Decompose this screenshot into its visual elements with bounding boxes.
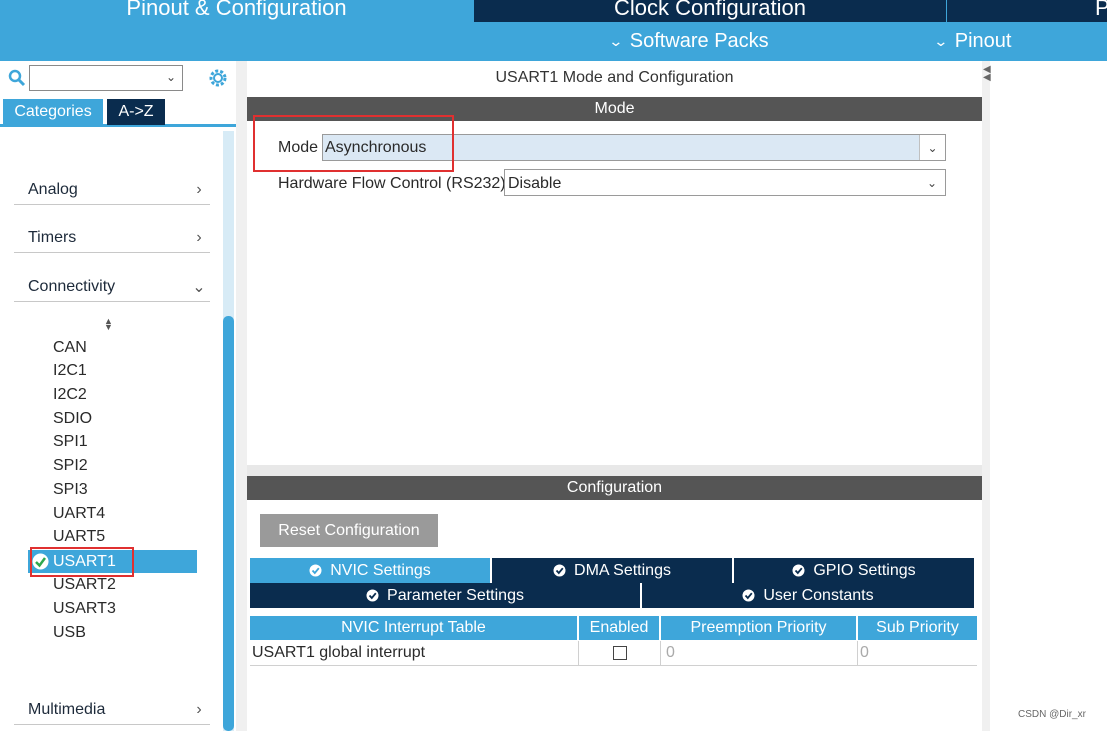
category-analog[interactable]: Analog › (14, 175, 210, 205)
chevron-down-icon: ⌄ (192, 278, 206, 296)
main-tab-bar: Pinout & Configuration Clock Configurati… (0, 0, 1107, 22)
pinout-menu[interactable]: ⌄ Pinout (933, 22, 1012, 61)
hardware-flow-control-value: Disable (508, 175, 562, 192)
tab-gpio-settings[interactable]: GPIO Settings (734, 558, 974, 583)
mode-configuration-panel: USART1 Mode and Configuration Mode Mode … (247, 61, 982, 731)
list-item-i2c2[interactable]: I2C2 (53, 384, 87, 406)
list-item-uart4[interactable]: UART4 (53, 503, 105, 525)
column-header-preemption: Preemption Priority (661, 616, 856, 640)
category-timers[interactable]: Timers › (14, 223, 210, 253)
tab-project-manager[interactable]: P (947, 0, 1107, 22)
list-item-sdio[interactable]: SDIO (53, 408, 92, 430)
scrollbar-thumb[interactable] (223, 316, 234, 731)
category-label: Timers (28, 228, 77, 246)
check-circle-icon (366, 589, 379, 602)
preemption-priority-cell[interactable]: 0 (661, 641, 858, 665)
configuration-section-header: Configuration (247, 476, 982, 500)
list-item-usb[interactable]: USB (53, 622, 86, 644)
check-circle-icon (553, 564, 566, 577)
list-item-usart3[interactable]: USART3 (53, 598, 116, 620)
categories-panel: ⌄ Categories A->Z Analog › Timers › Conn… (0, 61, 236, 731)
panel-title: USART1 Mode and Configuration (495, 69, 734, 86)
interrupt-name-cell: USART1 global interrupt (250, 641, 579, 665)
tab-label: NVIC Settings (330, 561, 431, 579)
tab-parameter-settings[interactable]: Parameter Settings (250, 583, 640, 608)
panel-divider[interactable]: ◀ ◀ (982, 61, 991, 731)
software-packs-menu[interactable]: ⌄ Software Packs (608, 22, 769, 61)
column-header-interrupt: NVIC Interrupt Table (250, 616, 577, 640)
check-circle-icon (309, 564, 322, 577)
chevron-down-icon[interactable]: ⌄ (166, 70, 176, 84)
column-header-enabled: Enabled (579, 616, 659, 640)
column-header-sub-priority: Sub Priority (858, 616, 977, 640)
enabled-cell (579, 641, 661, 665)
list-item-spi1[interactable]: SPI1 (53, 431, 88, 453)
sort-arrows-icon[interactable]: ▲ ▼ (104, 317, 113, 332)
category-tab-bar: Categories A->Z (0, 99, 236, 127)
chevron-right-icon: › (196, 180, 202, 198)
list-item-spi2[interactable]: SPI2 (53, 455, 88, 477)
tab-pinout-configuration[interactable]: Pinout & Configuration (0, 0, 473, 22)
list-item-spi3[interactable]: SPI3 (53, 479, 88, 501)
tab-a-to-z[interactable]: A->Z (107, 99, 165, 125)
check-circle-icon (792, 564, 805, 577)
search-icon[interactable] (8, 69, 26, 87)
table-row: USART1 global interrupt 0 0 (250, 641, 977, 666)
tab-clock-configuration[interactable]: Clock Configuration (474, 0, 946, 22)
watermark: CSDN @Dir_xr (1018, 709, 1086, 720)
chevron-down-icon: ⌄ (933, 33, 949, 49)
stm32cubemx-window: Pinout & Configuration Clock Configurati… (0, 0, 1107, 731)
section-splitter[interactable] (247, 465, 982, 476)
hardware-flow-control-select[interactable]: Disable ⌄ (504, 169, 946, 196)
list-item-uart5[interactable]: UART5 (53, 526, 105, 548)
list-item-usart2[interactable]: USART2 (53, 574, 116, 596)
category-connectivity[interactable]: Connectivity ⌄ (14, 272, 210, 302)
highlight-annotation (30, 547, 134, 577)
chevron-right-icon: › (196, 228, 202, 246)
tab-user-constants[interactable]: User Constants (642, 583, 974, 608)
chevron-right-icon: › (196, 700, 202, 718)
category-label: Analog (28, 180, 78, 198)
tab-label: GPIO Settings (813, 561, 916, 579)
gear-icon[interactable] (207, 67, 229, 89)
hardware-flow-control-label: Hardware Flow Control (RS232) (278, 175, 506, 192)
category-label: Connectivity (28, 277, 116, 295)
tab-label: User Constants (763, 586, 874, 604)
category-multimedia[interactable]: Multimedia › (14, 695, 210, 725)
software-packs-label: Software Packs (629, 30, 769, 52)
chevron-down-icon[interactable]: ⌄ (919, 135, 945, 160)
tab-nvic-settings[interactable]: NVIC Settings (250, 558, 490, 583)
chevron-down-icon[interactable]: ⌄ (919, 170, 945, 195)
tab-dma-settings[interactable]: DMA Settings (492, 558, 732, 583)
search-input[interactable]: ⌄ (29, 65, 183, 91)
sub-priority-cell[interactable]: 0 (858, 641, 977, 665)
enabled-checkbox[interactable] (612, 646, 627, 660)
tab-label: Parameter Settings (387, 586, 524, 604)
check-circle-icon (742, 589, 755, 602)
reset-configuration-button[interactable]: Reset Configuration (260, 514, 438, 547)
panel-divider[interactable] (236, 61, 247, 731)
tab-categories[interactable]: Categories (3, 99, 103, 125)
collapse-arrows-icon[interactable]: ◀ ◀ (983, 65, 991, 83)
sub-toolbar: ⌄ Software Packs ⌄ Pinout (0, 22, 1107, 61)
list-item-can[interactable]: CAN (53, 337, 87, 359)
tab-label: DMA Settings (574, 561, 671, 579)
chevron-down-icon: ⌄ (608, 33, 624, 49)
list-item-i2c1[interactable]: I2C1 (53, 360, 87, 382)
highlight-annotation (253, 115, 454, 172)
pinout-label: Pinout (954, 30, 1012, 52)
category-label: Multimedia (28, 700, 106, 718)
